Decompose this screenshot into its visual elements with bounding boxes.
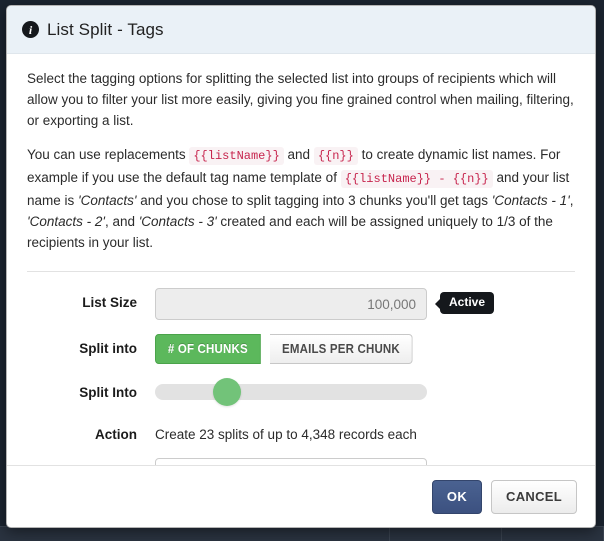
toggle-number-of-chunks[interactable]: # OF CHUNKS <box>155 334 261 364</box>
replacement-code-template: {{listName}} - {{n}} <box>340 170 493 188</box>
background-table-row <box>0 526 604 541</box>
toggle-emails-per-chunk[interactable]: EMAILS PER CHUNK <box>269 334 413 364</box>
split-mode-button-group: # OF CHUNKS EMAILS PER CHUNK <box>155 334 575 364</box>
list-size-label: List Size <box>82 295 137 310</box>
p2-text-5: and you chose to split tagging into 3 ch… <box>136 193 492 208</box>
split-into-slider-label: Split Into <box>79 385 137 400</box>
list-split-tags-dialog: i List Split - Tags Select the tagging o… <box>6 5 596 528</box>
status-badge: Active <box>434 292 495 314</box>
split-slider-control <box>155 378 575 406</box>
cancel-button[interactable]: CANCEL <box>491 479 577 514</box>
split-mode-control: # OF CHUNKS EMAILS PER CHUNK <box>155 334 575 364</box>
example-tag-2: 'Contacts - 2' <box>27 214 105 229</box>
p2-text-2: and <box>283 147 314 162</box>
form-row-list-size: List Size Active <box>27 288 575 320</box>
example-tag-1: 'Contacts - 1' <box>491 193 570 208</box>
intro-paragraph-1: Select the tagging options for splitting… <box>27 71 574 128</box>
p2-text-6: , <box>569 193 574 208</box>
ok-button[interactable]: OK <box>431 479 483 514</box>
background-cell <box>0 527 390 541</box>
example-tag-3: 'Contacts - 3' <box>138 214 217 229</box>
p2-text-1: You can use replacements <box>27 147 190 162</box>
dialog-header: i List Split - Tags <box>7 6 595 54</box>
action-control: Create 23 splits of up to 4,348 records … <box>155 420 575 444</box>
tag-name-template-input[interactable] <box>155 458 427 465</box>
split-into-slider[interactable] <box>155 378 427 406</box>
dialog-footer: OK CANCEL <box>7 465 595 527</box>
tag-name-template-label: Tag NameTemplate <box>27 458 155 465</box>
split-options-form: List Size Active Split into # OF CHUNKS … <box>27 288 575 465</box>
replacement-code-n: {{n}} <box>313 147 358 165</box>
form-row-split-mode: Split into # OF CHUNKS EMAILS PER CHUNK <box>27 334 575 364</box>
form-row-split-slider: Split Into <box>27 378 575 406</box>
tag-template-control <box>155 458 575 465</box>
info-circle-icon: i <box>22 21 39 38</box>
intro-paragraph-2: You can use replacements {{listName}} an… <box>27 144 575 253</box>
section-divider <box>27 271 575 272</box>
page-title: List Split - Tags <box>47 19 164 39</box>
example-list-name: 'Contacts' <box>78 193 137 208</box>
list-size-input[interactable] <box>155 288 427 320</box>
dialog-body: Select the tagging options for splitting… <box>7 54 595 465</box>
action-label: Action <box>95 427 137 442</box>
list-size-control: Active <box>155 288 575 320</box>
replacement-code-listname: {{listName}} <box>189 147 284 165</box>
background-cell <box>390 527 502 541</box>
action-summary-text: Create 23 splits of up to 4,348 records … <box>155 427 417 442</box>
slider-handle[interactable] <box>213 378 242 406</box>
form-row-tag-template: Tag NameTemplate <box>27 458 575 465</box>
split-into-mode-label: Split into <box>79 341 137 356</box>
form-row-action: Action Create 23 splits of up to 4,348 r… <box>27 420 575 444</box>
slider-track[interactable] <box>155 384 427 400</box>
background-cell <box>502 527 604 541</box>
p2-text-7: , and <box>104 214 139 229</box>
